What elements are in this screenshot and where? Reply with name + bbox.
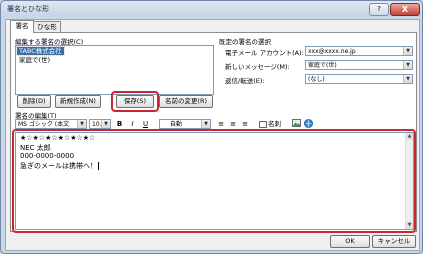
account-value: xxx@xxxx.ne.jp <box>308 48 356 55</box>
save-button[interactable]: 保存(S) <box>116 95 154 108</box>
editor-line: 急ぎのメールは携帯へ！ <box>20 161 99 171</box>
hyperlink-icon[interactable] <box>303 119 313 129</box>
cancel-button[interactable]: キャンセル <box>372 235 416 248</box>
color-select[interactable]: 自動 ▼ <box>159 119 211 129</box>
tab-signature[interactable]: 署名 <box>10 20 34 33</box>
new-message-label: 新しいメッセージ(M): <box>225 63 290 71</box>
new-message-select[interactable]: 家庭で(世) ▼ <box>305 60 413 70</box>
delete-button[interactable]: 削除(D) <box>17 95 51 108</box>
window-title: 署名とひな形 <box>7 5 49 13</box>
picture-icon[interactable] <box>291 119 301 129</box>
list-item[interactable]: 家庭で(世) <box>17 56 52 64</box>
chevron-down-icon: ▼ <box>77 120 86 128</box>
title-bar: 署名とひな形 ? X <box>1 1 422 16</box>
reply-select[interactable]: (なし) ▼ <box>305 74 413 84</box>
ok-button[interactable]: OK <box>330 235 370 248</box>
size-select[interactable]: 10.5 ▼ <box>89 119 111 129</box>
font-value: MS ゴシック (本文 <box>18 121 70 128</box>
default-signature-title: 既定の署名の選択 <box>219 38 271 46</box>
align-right-icon[interactable]: ≡ <box>240 119 250 129</box>
chevron-down-icon: ▼ <box>201 120 210 128</box>
editor-line-text: 急ぎのメールは携帯へ！ <box>20 162 97 170</box>
dialog-content: 署名 ひな形 編集する署名の選択(C) TABC株式会社 家庭で(世) 削除(D… <box>5 19 420 251</box>
list-item[interactable]: TABC株式会社 <box>16 46 65 56</box>
business-card-button[interactable]: 名刺 <box>255 119 285 129</box>
reply-label: 返信/転送(E): <box>225 77 265 85</box>
chevron-down-icon: ▼ <box>101 120 110 128</box>
color-value: 自動 <box>170 121 183 128</box>
close-button[interactable]: X <box>390 3 420 16</box>
signature-listbox[interactable]: TABC株式会社 家庭で(世) <box>15 45 214 95</box>
signature-panel: 編集する署名の選択(C) TABC株式会社 家庭で(世) 削除(D) 新規作成(… <box>10 32 417 233</box>
italic-button[interactable]: I <box>128 119 137 129</box>
editor-line: ★☆★☆★☆★☆★☆★☆ <box>20 134 96 142</box>
font-select[interactable]: MS ゴシック (本文 ▼ <box>15 119 87 129</box>
business-card-label: 名刺 <box>268 120 281 128</box>
account-label: 電子メール アカウント(A): <box>225 49 304 57</box>
new-message-value: 家庭で(世) <box>308 62 337 69</box>
text-cursor <box>98 162 99 170</box>
editor-line: 000-0000-0000 <box>20 152 75 160</box>
scroll-down-icon[interactable]: ▼ <box>406 222 413 229</box>
account-select[interactable]: xxx@xxxx.ne.jp ▼ <box>305 46 413 56</box>
rename-button[interactable]: 名前の変更(R) <box>159 95 213 108</box>
chevron-down-icon: ▼ <box>403 47 412 55</box>
align-left-icon[interactable]: ≡ <box>216 119 226 129</box>
chevron-down-icon: ▼ <box>403 61 412 69</box>
scroll-up-icon[interactable]: ▲ <box>406 133 413 140</box>
signature-editor[interactable]: ★☆★☆★☆★☆★☆★☆ NEC 太郎 000-0000-0000 急ぎのメール… <box>15 132 414 230</box>
business-card-icon <box>259 120 267 128</box>
bold-button[interactable]: B <box>115 119 124 129</box>
dialog-window: 署名とひな形 ? X 署名 ひな形 編集する署名の選択(C) TABC株式会社 … <box>0 0 423 254</box>
underline-button[interactable]: U <box>141 119 150 129</box>
chevron-down-icon: ▼ <box>403 75 412 83</box>
editor-scrollbar[interactable]: ▲ ▼ <box>405 133 413 229</box>
align-center-icon[interactable]: ≡ <box>228 119 238 129</box>
new-button[interactable]: 新規作成(N) <box>55 95 101 108</box>
reply-value: (なし) <box>308 76 325 83</box>
help-button[interactable]: ? <box>369 3 389 16</box>
